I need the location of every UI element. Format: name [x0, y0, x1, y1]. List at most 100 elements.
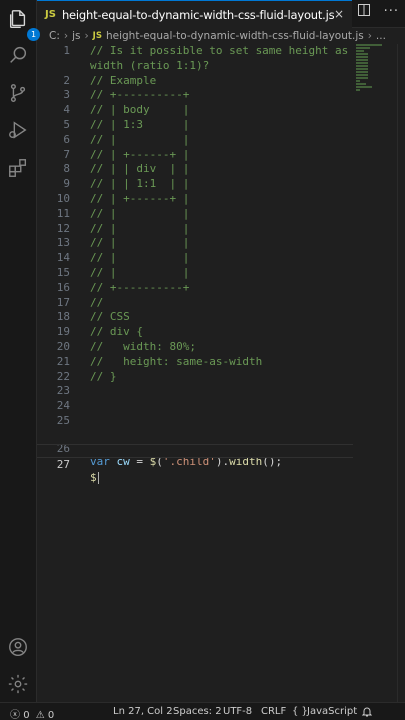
account-icon[interactable] [7, 636, 29, 658]
code-editor[interactable]: 1 // Is it possible to set same height as… [37, 44, 353, 702]
code-line: 24 [37, 399, 353, 414]
code-line: 19 // div { [37, 325, 353, 340]
minimap-line [356, 44, 382, 46]
code-line: 3 // +----------+ [37, 88, 353, 103]
minimap-line [356, 89, 360, 91]
line-number: 25 [56, 414, 70, 427]
more-actions-icon[interactable]: ··· [384, 4, 399, 20]
warning-count: 0 [47, 710, 55, 720]
status-bar: ⓧ 0 ⚠ 0 Ln 27, Col 2 Spaces: 2 UTF-8 CRL… [0, 702, 405, 720]
split-editor-icon[interactable] [357, 4, 370, 20]
comment-text: // | 1:3 | [90, 118, 190, 131]
code-line: 11 // | | [37, 207, 353, 222]
line-number: 1 [63, 44, 70, 57]
minimap-line [356, 83, 366, 85]
line-number: 21 [56, 354, 70, 368]
problems-indicator[interactable]: ⓧ 0 ⚠ 0 [10, 706, 54, 720]
comment-text: // width: 80%; [90, 340, 196, 353]
line-number: 11 [56, 206, 70, 220]
comment-text: // } [90, 369, 117, 383]
tab-active-file[interactable]: JS height-equal-to-dynamic-width-css-flu… [37, 0, 352, 28]
code-line: 1 // Is it possible to set same height as [37, 44, 353, 59]
activity-bar: 1 [0, 0, 40, 702]
cursor-position[interactable]: Ln 27, Col 2 [113, 706, 173, 717]
code-line: 18 // CSS [37, 310, 353, 325]
explorer-icon[interactable]: 1 [7, 8, 40, 41]
error-count: 0 [23, 710, 30, 720]
line-number: 15 [56, 266, 70, 279]
comment-text: width (ratio 1:1)? [90, 58, 210, 72]
line-number: 18 [56, 310, 70, 324]
line-number: 19 [56, 325, 70, 339]
comment-text: // | | div | | [90, 162, 190, 176]
line-number: 16 [56, 280, 70, 294]
line-number: 23 [56, 384, 70, 398]
comment-text: // | | [90, 251, 190, 265]
breadcrumb-drive[interactable]: C: [49, 30, 60, 42]
code-line: 9 // | | 1:1 | | [37, 177, 353, 192]
breadcrumb: C: › js › JS height-equal-to-dynamic-wid… [37, 28, 405, 44]
vertical-scrollbar[interactable] [397, 44, 405, 702]
run-debug-icon[interactable] [7, 119, 29, 141]
code-line: width (ratio 1:1)? [37, 59, 353, 74]
code-line: 25 [37, 414, 353, 429]
breadcrumb-separator-icon: › [367, 30, 372, 42]
indentation[interactable]: Spaces: 2 [173, 706, 222, 717]
minimap[interactable] [352, 44, 396, 104]
comment-text: // | +------+ | [90, 147, 190, 161]
breadcrumb-separator-icon: › [84, 30, 89, 42]
comment-text: // CSS [90, 310, 130, 324]
settings-gear-icon[interactable] [7, 673, 29, 695]
code-line: 14 // | | [37, 251, 353, 266]
line-number: 10 [56, 192, 70, 205]
code-line: 2 // Example [37, 74, 353, 89]
code-line: 21 // height: same-as-width [37, 355, 353, 370]
comment-text: // Example [90, 73, 157, 87]
minimap-line [356, 68, 368, 70]
comment-text: // | | [90, 266, 190, 279]
line-number: 20 [56, 340, 70, 353]
minimap-line [356, 86, 372, 88]
function-token: $ [90, 470, 97, 484]
line-ending[interactable]: CRLF [261, 706, 286, 717]
tab-title: height-equal-to-dynamic-width-css-fluid-… [61, 7, 335, 22]
line-number: 27 [56, 457, 70, 471]
search-icon[interactable] [7, 44, 29, 66]
line-number: 4 [63, 103, 70, 117]
extensions-icon[interactable] [7, 157, 29, 179]
line-number: 8 [63, 162, 70, 176]
line-number: 9 [63, 177, 70, 191]
breadcrumb-folder[interactable]: js [72, 30, 80, 42]
close-tab-icon[interactable]: × [334, 7, 344, 21]
minimap-line [356, 62, 368, 64]
line-number: 6 [63, 132, 70, 146]
source-control-icon[interactable] [7, 82, 29, 104]
breadcrumb-more[interactable]: ... [376, 30, 386, 42]
breadcrumb-file[interactable]: height-equal-to-dynamic-width-css-fluid-… [106, 30, 364, 42]
code-line: 10 // | +------+ | [37, 192, 353, 207]
minimap-line [356, 77, 368, 79]
braces-icon[interactable]: { } [292, 706, 308, 717]
line-number: 22 [56, 369, 70, 383]
line-number: 12 [56, 221, 70, 235]
line-number: 13 [56, 236, 70, 250]
comment-text: // | | [90, 221, 190, 235]
encoding[interactable]: UTF-8 [223, 706, 252, 717]
code-line: 13 // | | [37, 236, 353, 251]
editor-actions: ··· [357, 4, 399, 20]
comment-text: // Is it possible to set same height as [90, 44, 349, 57]
code-line-current: 27 $ [37, 443, 353, 484]
line-number: 7 [63, 147, 70, 161]
line-number: 24 [56, 399, 70, 413]
language-mode[interactable]: JavaScript [307, 706, 357, 717]
minimap-line [356, 53, 368, 55]
notifications-bell-icon[interactable] [361, 706, 373, 720]
minimap-line [356, 65, 368, 67]
code-line: 16 // +----------+ [37, 281, 353, 296]
comment-text: // | | [90, 206, 190, 220]
code-line: 6 // | | [37, 133, 353, 148]
js-file-icon: JS [92, 31, 102, 41]
code-line: 5 // | 1:3 | [37, 118, 353, 133]
comment-text: // | +------+ | [90, 192, 190, 205]
code-line: 22 // } [37, 370, 353, 385]
